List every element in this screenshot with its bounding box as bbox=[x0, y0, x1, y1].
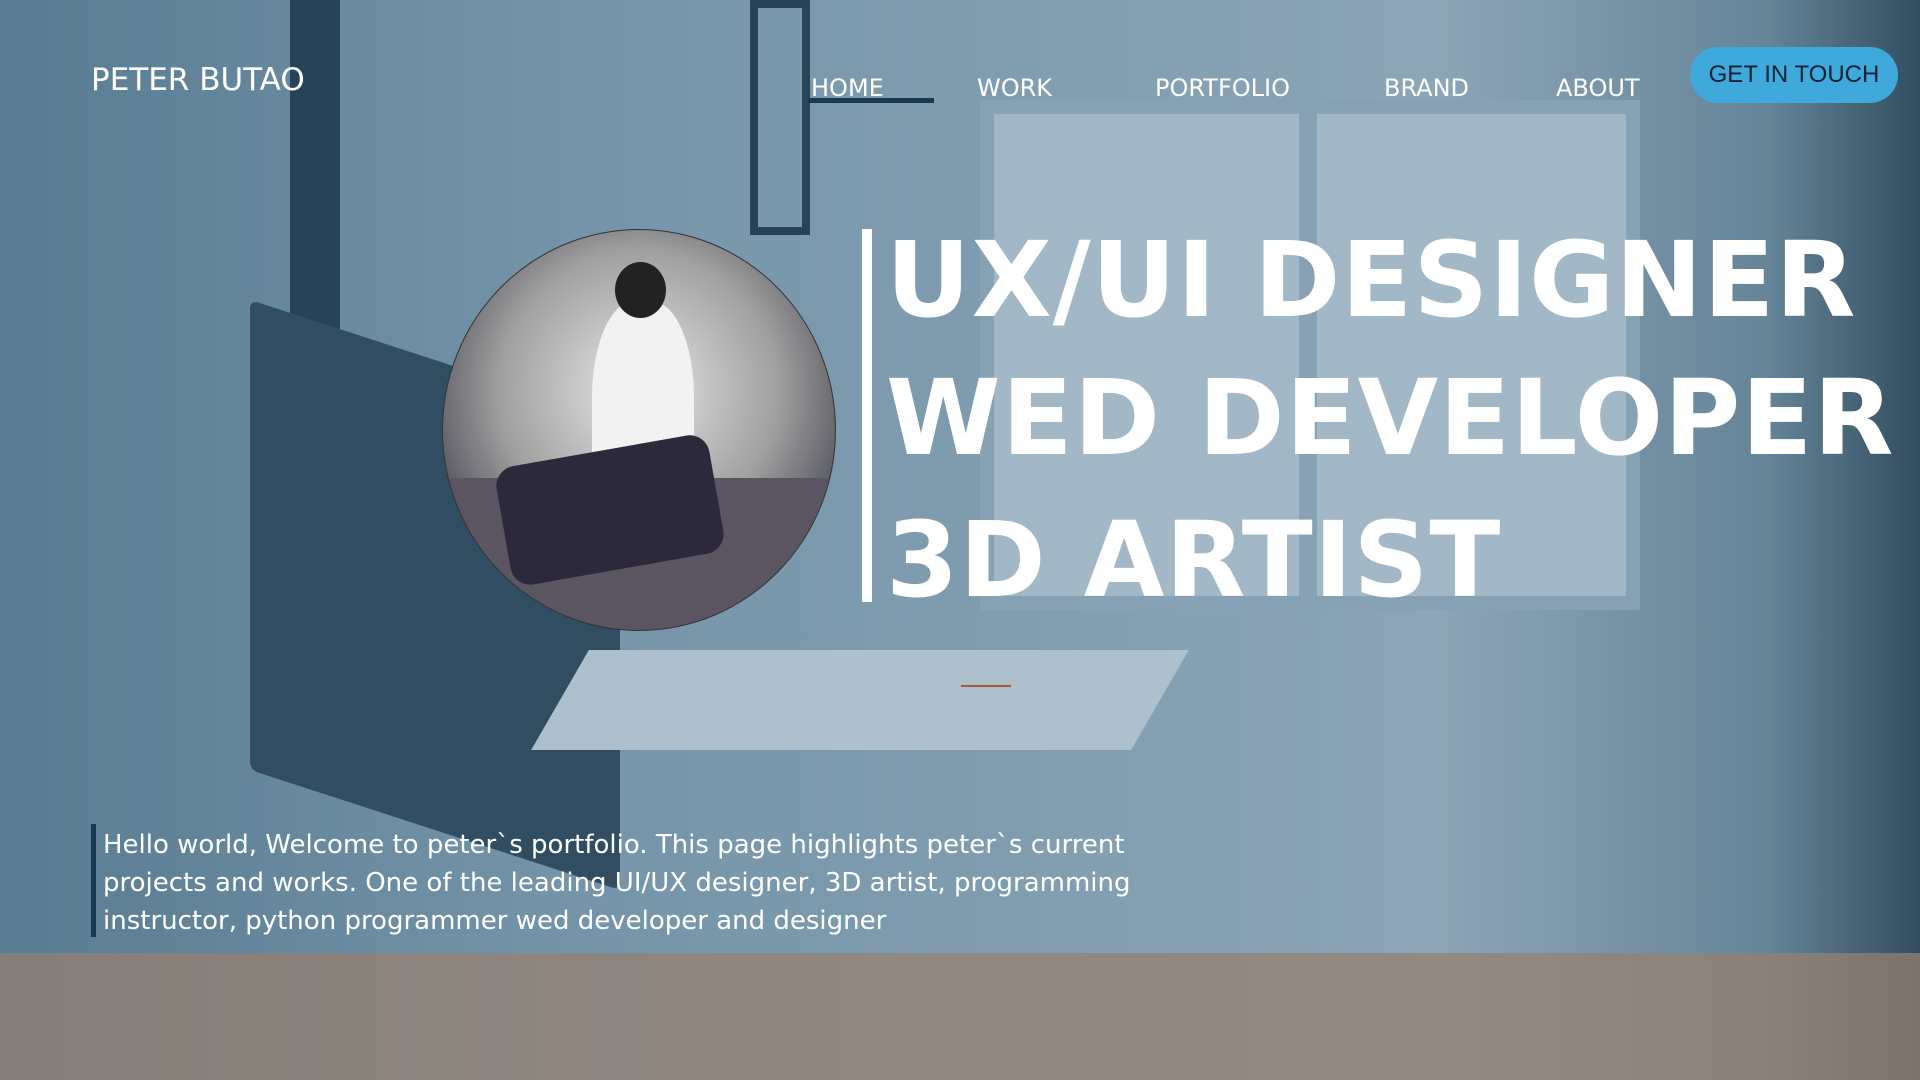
profile-photo bbox=[442, 229, 836, 631]
headline-line-3: 3D ARTIST bbox=[886, 499, 1502, 621]
headline-line-1: UX/UI DESIGNER bbox=[886, 219, 1857, 341]
bottom-band bbox=[0, 953, 1920, 1080]
headline-divider bbox=[862, 229, 872, 602]
intro-text: Hello world, Welcome to peter`s portfoli… bbox=[103, 830, 1131, 936]
nav-portfolio[interactable]: PORTFOLIO bbox=[1155, 74, 1290, 102]
nav-about[interactable]: ABOUT bbox=[1556, 74, 1640, 102]
nav-brand[interactable]: BRAND bbox=[1384, 74, 1469, 102]
accent-line bbox=[961, 685, 1011, 687]
headline-line-2: WED DEVELOPER bbox=[886, 357, 1895, 479]
logo[interactable]: PETER BUTAO bbox=[91, 62, 305, 98]
nav-work[interactable]: WORK bbox=[977, 74, 1052, 102]
active-nav-indicator bbox=[808, 98, 934, 103]
intro-divider bbox=[91, 824, 96, 937]
get-in-touch-button[interactable]: GET IN TOUCH bbox=[1690, 47, 1898, 103]
